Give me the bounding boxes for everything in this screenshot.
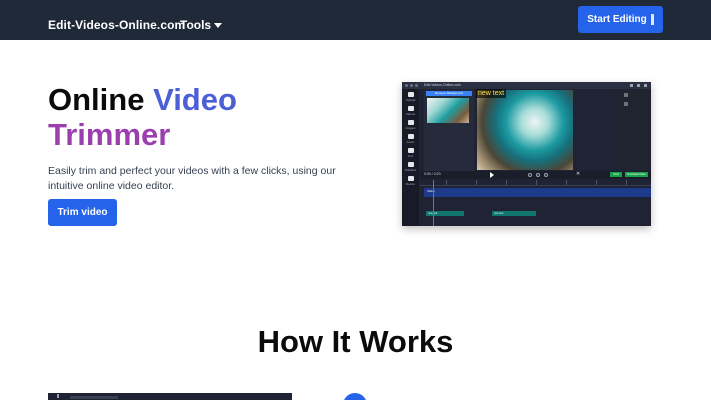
start-editing-button[interactable]: Start Editing — [578, 6, 663, 33]
trim-video-button[interactable]: Trim video — [48, 199, 117, 226]
editor-playback-controls: 0:00 / 0:20 ✕ Undo Download Video — [420, 171, 651, 179]
zoom-out-icon — [536, 173, 540, 177]
text-clip-1: new text — [426, 211, 464, 216]
text-icon: Text — [405, 148, 416, 159]
media-tag: Remove Background — [426, 91, 472, 96]
text-cursor-icon — [650, 14, 654, 25]
play-icon — [490, 172, 494, 178]
subtitles-icon: Subtitles — [405, 162, 416, 173]
upload-icon: Upload — [405, 92, 416, 103]
editor-titlebar: Edit-Videos-Online.com — [402, 82, 651, 89]
top-navbar: Edit-Videos-Online.com Tools Start Editi… — [0, 0, 711, 40]
fit-icon — [544, 173, 548, 177]
video-track: Video — [424, 188, 651, 197]
editor-canvas-frame — [477, 90, 573, 170]
brand-logo-link[interactable]: Edit-Videos-Online.com — [48, 18, 185, 32]
editor-right-panel — [620, 90, 650, 170]
how-it-works-heading: How It Works — [257, 324, 454, 359]
how-it-works-preview-image — [48, 393, 292, 400]
hero-title: Online Video Trimmer — [48, 82, 348, 152]
step-number-badge — [343, 393, 367, 400]
media-thumbnail — [427, 98, 469, 123]
editor-window-title: Edit-Videos-Online.com — [424, 83, 461, 87]
hero-title-word-2: Video — [153, 82, 237, 117]
tools-menu[interactable]: Tools — [180, 18, 223, 32]
videos-icon: Videos — [405, 106, 416, 117]
split-icon: ✕ — [576, 171, 581, 177]
text-clip-2: new text — [492, 211, 536, 216]
images-icon: Images — [405, 120, 416, 131]
start-editing-label: Start Editing — [587, 14, 647, 25]
editor-media-panel: Remove Background — [424, 90, 474, 172]
timeline-playhead — [433, 180, 434, 226]
resize-icon: Resize — [405, 176, 416, 187]
hero-title-word-3: Trimmer — [48, 117, 171, 152]
window-controls-icon — [630, 84, 647, 87]
editor-preview-image: Edit-Videos-Online.com Upload Videos Ima… — [402, 82, 651, 226]
timeline-ruler — [420, 180, 651, 186]
window-dots-icon — [405, 84, 418, 87]
caret-down-icon — [214, 23, 223, 28]
audio-icon: Audio — [405, 134, 416, 145]
playback-time: 0:00 / 0:20 — [424, 172, 441, 176]
undo-button: Undo — [610, 172, 622, 177]
zoom-in-icon — [528, 173, 532, 177]
tools-menu-label: Tools — [180, 18, 212, 32]
hero-title-word-1: Online — [48, 82, 145, 117]
editor-sidebar: Upload Videos Images Audio Text Subtitle… — [402, 89, 419, 226]
download-video-button: Download Video — [625, 172, 648, 177]
canvas-overlay-text: new text — [476, 89, 507, 98]
hero-description: Easily trim and perfect your videos with… — [48, 165, 336, 192]
